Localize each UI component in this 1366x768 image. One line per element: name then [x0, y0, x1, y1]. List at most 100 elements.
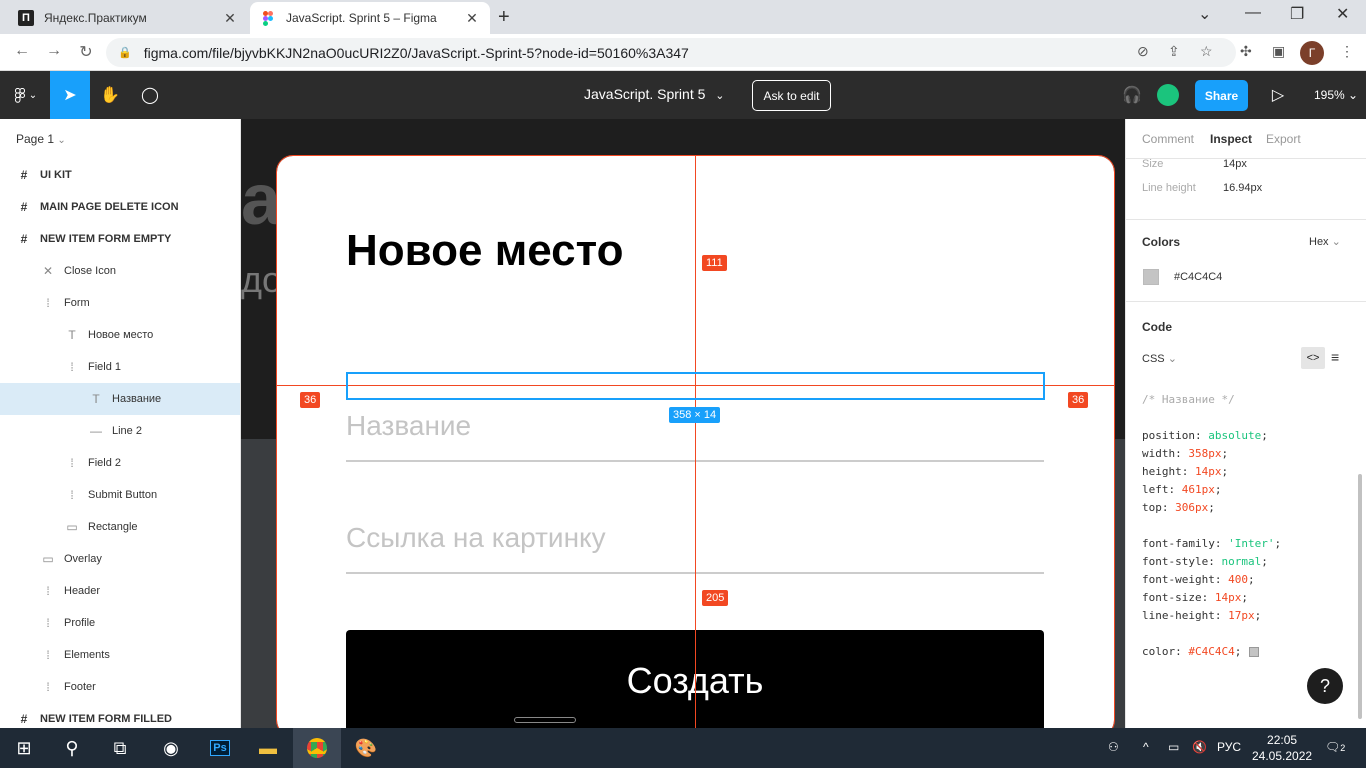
- code-language-select[interactable]: CSS ⌄: [1142, 352, 1177, 365]
- layer-item[interactable]: ▭ Rectangle: [0, 511, 240, 543]
- layer-label: Новое место: [88, 329, 154, 341]
- file-title-text: JavaScript. Sprint 5: [584, 86, 706, 102]
- code-value: 14px: [1214, 591, 1242, 604]
- share-button[interactable]: Share: [1195, 80, 1248, 111]
- layer-item[interactable]: T Новое место: [0, 319, 240, 351]
- layer-item[interactable]: ⁞ Form: [0, 287, 240, 319]
- tab-export[interactable]: Export: [1266, 132, 1301, 146]
- browser-tab-praktikum[interactable]: П Яндекс.Практикум ✕: [8, 2, 248, 34]
- battery-icon[interactable]: ▭: [1168, 740, 1179, 754]
- layer-item[interactable]: ⁞ Elements: [0, 639, 240, 671]
- close-tab-icon[interactable]: ✕: [222, 10, 238, 27]
- side-panel-icon[interactable]: ▣: [1272, 43, 1285, 60]
- people-icon[interactable]: ⚇: [1108, 740, 1119, 754]
- selection-box[interactable]: [346, 372, 1045, 400]
- code-value: 14px: [1195, 465, 1222, 478]
- hand-tool-icon[interactable]: ✋: [90, 71, 130, 119]
- ask-to-edit-button[interactable]: Ask to edit: [752, 80, 831, 111]
- measure-line-vertical: [695, 156, 696, 728]
- layer-item[interactable]: # NEW ITEM FORM EMPTY: [0, 223, 240, 255]
- color-hex-value[interactable]: #C4C4C4: [1174, 271, 1222, 283]
- layer-item[interactable]: — Line 2: [0, 415, 240, 447]
- help-button[interactable]: ?: [1307, 668, 1343, 704]
- move-tool-icon[interactable]: ➤: [50, 71, 90, 119]
- minimize-icon[interactable]: —: [1245, 4, 1261, 22]
- restore-icon[interactable]: ❐: [1290, 4, 1304, 24]
- color-swatch[interactable]: [1143, 269, 1159, 285]
- paint-icon[interactable]: 🎨: [342, 728, 390, 768]
- tab-comment[interactable]: Comment: [1142, 132, 1194, 146]
- new-tab-icon[interactable]: +: [498, 6, 510, 29]
- user-avatar[interactable]: [1157, 84, 1179, 106]
- layer-item[interactable]: ▭ Overlay: [0, 543, 240, 575]
- volume-mute-icon[interactable]: 🔇: [1192, 740, 1207, 754]
- layer-item[interactable]: ⁞ Field 2: [0, 447, 240, 479]
- headphones-icon[interactable]: 🎧: [1112, 71, 1152, 119]
- line-layer-icon: —: [90, 424, 102, 438]
- zoom-level[interactable]: 195% ⌄: [1314, 88, 1358, 102]
- browser-menu-icon[interactable]: ⋮: [1340, 43, 1354, 60]
- layer-item[interactable]: ✕ Close Icon: [0, 255, 240, 287]
- scrollbar[interactable]: [1358, 474, 1362, 719]
- profile-avatar[interactable]: Г: [1300, 41, 1324, 65]
- link-field-placeholder[interactable]: Ссылка на картинку: [346, 522, 606, 554]
- windows-start-icon[interactable]: ⊞: [0, 728, 48, 768]
- back-icon[interactable]: ←: [12, 42, 32, 60]
- url-omnibox[interactable]: 🔒 figma.com/file/bjyvbKKJN2naO0ucURI2Z0/…: [106, 38, 1236, 67]
- layer-item[interactable]: ⁞ Field 1: [0, 351, 240, 383]
- tray-chevron-up-icon[interactable]: ^: [1143, 740, 1149, 754]
- figma-menu-icon[interactable]: ⌄: [6, 71, 46, 119]
- reload-icon[interactable]: ↻: [76, 42, 96, 62]
- code-view-icon[interactable]: <>: [1301, 347, 1325, 369]
- list-view-icon[interactable]: ≡: [1331, 349, 1339, 365]
- file-title[interactable]: JavaScript. Sprint 5 ⌄: [584, 86, 725, 102]
- color-format-select[interactable]: Hex ⌄: [1309, 235, 1341, 248]
- line-height-value[interactable]: 16.94px: [1223, 182, 1262, 194]
- share-page-icon[interactable]: ⇪: [1168, 43, 1180, 60]
- layer-item[interactable]: ⁞ Header: [0, 575, 240, 607]
- close-tab-icon[interactable]: ✕: [464, 10, 480, 27]
- layer-item[interactable]: # MAIN PAGE DELETE ICON: [0, 191, 240, 223]
- code-value: 461px: [1181, 483, 1215, 496]
- notifications-icon[interactable]: 🗨2: [1325, 740, 1345, 754]
- tracking-eye-icon[interactable]: ⊘: [1137, 43, 1149, 60]
- css-code-block[interactable]: /* Название */ position: absolute; width: …: [1142, 391, 1281, 661]
- extensions-icon[interactable]: ✣: [1240, 43, 1252, 60]
- browser-tab-figma[interactable]: JavaScript. Sprint 5 – Figma ✕: [250, 2, 490, 34]
- yandex-browser-icon[interactable]: ◉: [147, 728, 195, 768]
- design-canvas[interactable]: ан до Новое место Название Ссылка на кар…: [241, 119, 1125, 728]
- notification-count: 2: [1340, 743, 1346, 753]
- tab-search-chevron-icon[interactable]: ⌄: [1198, 4, 1211, 24]
- search-icon[interactable]: ⚲: [48, 728, 96, 768]
- language-indicator[interactable]: РУС: [1217, 740, 1241, 754]
- layer-item[interactable]: ⁞ Submit Button: [0, 479, 240, 511]
- layer-item[interactable]: ⁞ Profile: [0, 607, 240, 639]
- size-value[interactable]: 14px: [1223, 158, 1247, 170]
- modal-title[interactable]: Новое место: [346, 226, 623, 276]
- code-value: 400: [1228, 573, 1248, 586]
- forward-icon[interactable]: →: [44, 42, 64, 60]
- close-window-icon[interactable]: ✕: [1336, 4, 1349, 24]
- name-field-placeholder[interactable]: Название: [346, 410, 471, 442]
- layer-item[interactable]: # NEW ITEM FORM FILLED: [0, 703, 240, 728]
- layer-label: NEW ITEM FORM EMPTY: [40, 233, 172, 245]
- browser-tabstrip: П Яндекс.Практикум ✕ JavaScript. Sprint …: [0, 0, 1366, 34]
- code-value: absolute: [1208, 429, 1262, 442]
- clock[interactable]: 22:05 24.05.2022: [1252, 732, 1312, 764]
- page-selector[interactable]: Page 1 ⌄: [16, 132, 66, 146]
- comment-tool-icon[interactable]: ◯: [130, 71, 170, 119]
- tab-inspect[interactable]: Inspect: [1210, 132, 1252, 146]
- present-play-icon[interactable]: ▷: [1258, 71, 1298, 119]
- bookmark-star-icon[interactable]: ☆: [1200, 43, 1213, 60]
- layer-item[interactable]: ⁞ Footer: [0, 671, 240, 703]
- chrome-icon[interactable]: [293, 728, 341, 768]
- code-line: font-family: 'Inter';: [1142, 537, 1282, 550]
- layer-label: Rectangle: [88, 521, 138, 533]
- layer-item[interactable]: # UI KIT: [0, 159, 240, 191]
- code-heading: Code: [1142, 320, 1172, 334]
- file-explorer-icon[interactable]: ▬: [244, 728, 292, 768]
- layer-item[interactable]: T Название: [0, 383, 240, 415]
- photoshop-icon[interactable]: Ps: [196, 728, 244, 768]
- chevron-down-icon: ⌄: [57, 135, 66, 146]
- task-view-icon[interactable]: ⧉: [96, 728, 144, 768]
